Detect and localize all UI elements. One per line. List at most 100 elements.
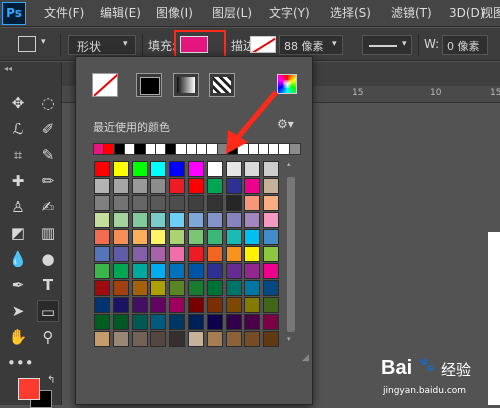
color-swatch[interactable] <box>112 314 129 330</box>
color-swatch[interactable] <box>244 212 261 228</box>
menu-view[interactable]: 视图 <box>481 0 500 27</box>
color-swatch[interactable] <box>112 246 129 262</box>
more-tools-icon[interactable]: ••• <box>7 352 34 374</box>
color-swatch[interactable] <box>169 297 186 313</box>
recent-color-swatch[interactable] <box>288 143 301 155</box>
lasso-tool-icon[interactable]: ℒ <box>7 118 29 140</box>
color-swatch[interactable] <box>188 195 204 211</box>
color-swatch[interactable] <box>112 331 129 347</box>
color-swatch[interactable] <box>188 229 204 245</box>
eraser-tool-icon[interactable]: ◩ <box>7 222 29 244</box>
color-swatch[interactable] <box>131 161 148 177</box>
color-swatch[interactable] <box>169 314 186 330</box>
color-swatch[interactable] <box>131 314 148 330</box>
gradient-tool-icon[interactable]: ▥ <box>37 222 59 244</box>
color-swatch[interactable] <box>263 246 280 262</box>
solid-color-icon[interactable] <box>136 73 162 97</box>
move-tool-icon[interactable]: ✥ <box>7 92 29 114</box>
stroke-style-dropdown[interactable]: ▾ <box>362 35 412 55</box>
color-swatch[interactable] <box>131 246 148 262</box>
color-swatch[interactable] <box>263 229 280 245</box>
color-swatch[interactable] <box>169 246 186 262</box>
color-swatch[interactable] <box>94 229 110 245</box>
width-field[interactable]: 0 像素 <box>442 35 488 55</box>
color-swatch[interactable] <box>263 195 280 211</box>
color-swatch[interactable] <box>206 280 223 296</box>
color-swatch[interactable] <box>150 195 167 211</box>
scroll-down-icon[interactable]: ▾ <box>287 335 291 343</box>
dodge-tool-icon[interactable]: ● <box>37 248 59 270</box>
color-swatch[interactable] <box>263 314 280 330</box>
color-swatch[interactable] <box>150 161 167 177</box>
color-swatch[interactable] <box>188 178 204 194</box>
stamp-tool-icon[interactable]: ♙ <box>7 196 29 218</box>
menu-filter[interactable]: 滤镜(T) <box>391 0 432 27</box>
color-swatch[interactable] <box>206 297 223 313</box>
no-color-icon[interactable] <box>92 73 118 97</box>
color-swatch[interactable] <box>263 280 280 296</box>
color-swatch[interactable] <box>244 263 261 279</box>
color-swatch[interactable] <box>169 263 186 279</box>
color-swatch[interactable] <box>225 195 242 211</box>
color-swatch[interactable] <box>94 263 110 279</box>
color-swatch[interactable] <box>225 314 242 330</box>
color-swatch[interactable] <box>94 314 110 330</box>
color-swatch[interactable] <box>112 263 129 279</box>
color-swatch[interactable] <box>169 212 186 228</box>
pen-tool-icon[interactable]: ✒ <box>7 274 29 296</box>
color-swatch[interactable] <box>150 280 167 296</box>
color-swatch[interactable] <box>169 178 186 194</box>
color-swatch[interactable] <box>150 263 167 279</box>
color-swatch[interactable] <box>131 195 148 211</box>
color-swatch[interactable] <box>94 212 110 228</box>
blur-tool-icon[interactable]: 💧 <box>7 248 29 270</box>
color-swatch[interactable] <box>225 280 242 296</box>
color-swatch[interactable] <box>112 195 129 211</box>
color-swatch[interactable] <box>131 280 148 296</box>
color-swatch[interactable] <box>150 314 167 330</box>
chevron-down-icon[interactable]: ▾ <box>41 37 46 47</box>
color-swatch[interactable] <box>169 161 186 177</box>
color-swatch[interactable] <box>150 212 167 228</box>
color-swatch[interactable] <box>206 212 223 228</box>
marquee-tool-icon[interactable]: ◌ <box>37 92 59 114</box>
color-swatch[interactable] <box>206 246 223 262</box>
zoom-tool-icon[interactable]: ⚲ <box>37 326 59 348</box>
color-swatch[interactable] <box>94 280 110 296</box>
color-swatch[interactable] <box>131 297 148 313</box>
color-swatch[interactable] <box>206 229 223 245</box>
color-swatch[interactable] <box>188 297 204 313</box>
scrollbar[interactable] <box>287 177 295 332</box>
color-swatch[interactable] <box>244 229 261 245</box>
color-swatch[interactable] <box>244 246 261 262</box>
color-swatch[interactable] <box>244 314 261 330</box>
stroke-color-swatch[interactable] <box>250 36 276 53</box>
swap-colors-icon[interactable]: ↰ <box>47 375 55 386</box>
type-tool-icon[interactable]: T <box>37 274 59 296</box>
menu-image[interactable]: 图像(I) <box>156 0 193 27</box>
menu-edit[interactable]: 编辑(E) <box>100 0 141 27</box>
color-swatch[interactable] <box>150 246 167 262</box>
color-swatch[interactable] <box>188 314 204 330</box>
color-swatch[interactable] <box>131 263 148 279</box>
color-swatch[interactable] <box>225 263 242 279</box>
color-swatch[interactable] <box>169 331 186 347</box>
color-swatch[interactable] <box>112 229 129 245</box>
menu-type[interactable]: 文字(Y) <box>269 0 310 27</box>
menu-file[interactable]: 文件(F) <box>44 0 84 27</box>
color-swatch[interactable] <box>225 229 242 245</box>
history-brush-icon[interactable]: ✍ <box>37 196 59 218</box>
menu-3d[interactable]: 3D(D) <box>449 0 484 27</box>
color-swatch[interactable] <box>94 297 110 313</box>
color-swatch[interactable] <box>206 331 223 347</box>
color-swatch[interactable] <box>169 195 186 211</box>
color-swatch[interactable] <box>150 229 167 245</box>
color-swatch[interactable] <box>112 280 129 296</box>
path-selection-icon[interactable]: ➤ <box>7 300 29 322</box>
color-swatch[interactable] <box>94 331 110 347</box>
color-swatch[interactable] <box>188 212 204 228</box>
color-swatch[interactable] <box>112 297 129 313</box>
color-swatch[interactable] <box>244 280 261 296</box>
color-swatch[interactable] <box>188 263 204 279</box>
color-swatch[interactable] <box>112 161 129 177</box>
